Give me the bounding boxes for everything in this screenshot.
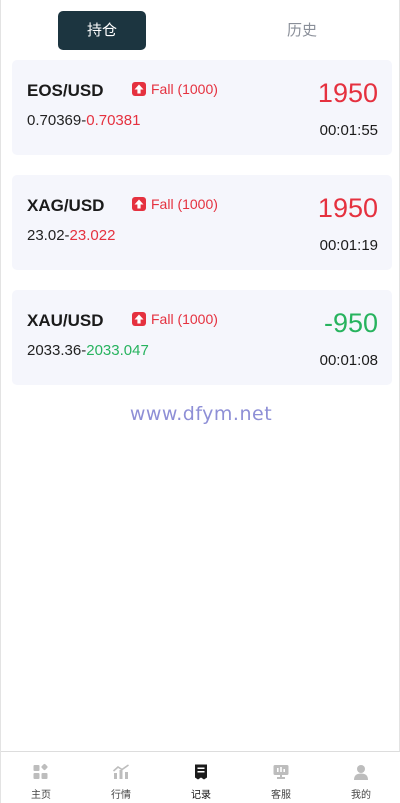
tab-history[interactable]: 历史: [258, 11, 346, 50]
direction-badge: Fall (1000): [132, 81, 218, 97]
nav-home-label: 主页: [31, 790, 51, 801]
current-price: 23.022: [69, 227, 116, 244]
nav-mine-label: 我的: [351, 790, 371, 801]
position-tabs: 持仓 历史: [1, 11, 400, 50]
countdown-timer: 00:01:08: [319, 352, 378, 369]
direction-label: Fall (1000): [151, 196, 218, 212]
home-grid-icon: [33, 763, 48, 779]
arrow-up-icon: [132, 82, 146, 96]
price-range: 2033.36-2033.047: [27, 342, 149, 359]
profit-value: 1950: [317, 78, 378, 108]
open-price: 0.70369: [27, 112, 82, 129]
current-price: 2033.047: [86, 342, 149, 359]
direction-label: Fall (1000): [151, 311, 218, 327]
nav-home[interactable]: 主页: [1, 752, 81, 803]
nav-market-label: 行情: [111, 790, 131, 801]
position-symbol: XAG/USD: [27, 196, 105, 215]
countdown-timer: 00:01:19: [319, 237, 378, 254]
position-card[interactable]: XAU/USD Fall (1000) 2033.36-2033.047 -95…: [12, 290, 392, 385]
direction-badge: Fall (1000): [132, 311, 218, 327]
arrow-up-icon: [132, 312, 146, 326]
price-range: 23.02-23.022: [27, 227, 115, 244]
position-symbol: XAU/USD: [27, 311, 104, 330]
direction-label: Fall (1000): [151, 81, 218, 97]
nav-market[interactable]: 行情: [81, 752, 161, 803]
user-icon: [354, 765, 368, 780]
countdown-timer: 00:01:55: [319, 122, 378, 139]
position-symbol: EOS/USD: [27, 81, 104, 100]
open-price: 23.02: [27, 227, 65, 244]
price-range: 0.70369-0.70381: [27, 112, 140, 129]
chart-icon: [112, 764, 129, 779]
direction-badge: Fall (1000): [132, 196, 218, 212]
nav-records[interactable]: 记录: [161, 752, 241, 803]
position-card[interactable]: EOS/USD Fall (1000) 0.70369-0.70381 1950…: [12, 60, 392, 155]
tab-holdings[interactable]: 持仓: [58, 11, 146, 50]
monitor-icon: [273, 765, 289, 779]
nav-service-label: 客服: [271, 790, 291, 801]
watermark: www.dfym.net: [129, 403, 273, 425]
document-icon: [195, 764, 207, 780]
nav-service[interactable]: 客服: [241, 752, 321, 803]
arrow-up-icon: [132, 197, 146, 211]
profit-value: -950: [323, 308, 378, 338]
open-price: 2033.36: [27, 342, 82, 359]
nav-mine[interactable]: 我的: [321, 752, 400, 803]
position-card[interactable]: XAG/USD Fall (1000) 23.02-23.022 1950 00…: [12, 175, 392, 270]
nav-records-label: 记录: [191, 790, 211, 801]
profit-value: 1950: [317, 193, 378, 223]
current-price: 0.70381: [86, 112, 141, 129]
bottom-nav: 主页 行情 记录 客服 我的: [1, 751, 400, 803]
